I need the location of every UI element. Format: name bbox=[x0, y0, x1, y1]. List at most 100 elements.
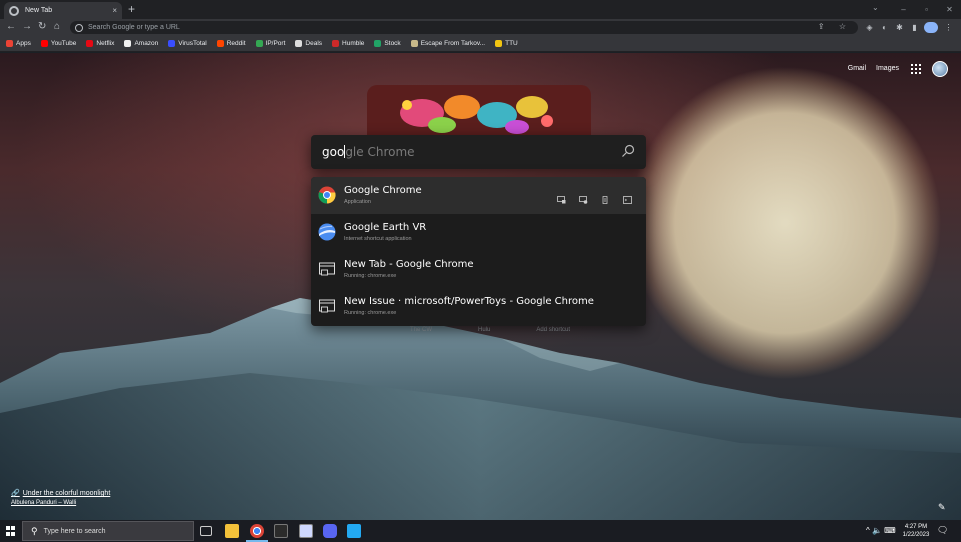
result-new-tab-window[interactable]: New Tab - Google Chrome Running: chrome.… bbox=[311, 251, 646, 288]
tab-close-icon[interactable]: × bbox=[112, 6, 117, 15]
minimize-button[interactable]: – bbox=[892, 0, 915, 19]
bookmark-item[interactable]: Amazon bbox=[124, 40, 158, 47]
address-bar[interactable]: Search Google or type a URL ⇪ ☆ bbox=[70, 21, 858, 34]
result-actions bbox=[557, 191, 632, 204]
search-icon: ⚲ bbox=[31, 525, 38, 536]
window-icon bbox=[319, 299, 335, 313]
run-as-admin-icon[interactable] bbox=[557, 191, 566, 204]
file-explorer-icon[interactable] bbox=[225, 524, 239, 538]
bookmarks-bar: Apps YouTube Netflix Amazon VirusTotal Reddit… bbox=[0, 36, 961, 52]
tab-new-tab[interactable]: New Tab × bbox=[4, 2, 122, 19]
taskbar-search-box[interactable]: ⚲ Type here to search bbox=[22, 521, 194, 541]
bookmark-label: Netflix bbox=[96, 40, 115, 47]
discord-icon[interactable] bbox=[323, 524, 337, 538]
shortcut-hulu[interactable]: Hulu bbox=[478, 327, 490, 333]
address-placeholder: Search Google or type a URL bbox=[88, 24, 180, 31]
result-google-earth-vr[interactable]: Google Earth VR Internet shortcut applic… bbox=[311, 214, 646, 251]
bookmark-item[interactable]: Deals bbox=[295, 40, 322, 47]
account-avatar[interactable] bbox=[932, 61, 948, 77]
add-shortcut-button[interactable]: Add shortcut bbox=[536, 327, 570, 333]
wallpaper-credit: 🔗 Under the colorful moonlight Albulena P… bbox=[11, 489, 110, 506]
home-icon[interactable]: ⌂ bbox=[54, 21, 60, 33]
windows-start-icon[interactable] bbox=[6, 526, 16, 536]
notepad-icon[interactable] bbox=[299, 524, 313, 538]
chrome-favicon-icon bbox=[9, 5, 19, 16]
shortcut-labels: The CW Hulu Add shortcut bbox=[410, 327, 570, 333]
menu-kebab-icon[interactable]: ⋮ bbox=[943, 22, 954, 33]
run-query-completion: gle Chrome bbox=[345, 145, 415, 159]
result-powertoys-issue-window[interactable]: New Issue · microsoft/PowerToys - Google… bbox=[311, 288, 646, 325]
bookmark-label: Apps bbox=[16, 40, 31, 47]
run-query-input[interactable]: google Chrome bbox=[322, 145, 415, 159]
tab-search-button[interactable]: ⌄ bbox=[872, 3, 879, 12]
powertoys-run-searchbox[interactable]: google Chrome bbox=[311, 135, 646, 169]
bookmark-favicon-icon bbox=[295, 40, 303, 47]
images-link[interactable]: Images bbox=[876, 65, 899, 72]
restore-button[interactable]: ▫ bbox=[915, 0, 938, 19]
bookmark-label: VirusTotal bbox=[178, 40, 207, 47]
notification-icon[interactable]: 🗨 bbox=[937, 525, 948, 536]
bookmark-favicon-icon bbox=[332, 40, 340, 47]
forward-icon[interactable]: → bbox=[22, 21, 32, 33]
bookmark-item[interactable]: YouTube bbox=[40, 40, 77, 47]
bookmark-item[interactable]: VirusTotal bbox=[168, 40, 207, 47]
bookmark-item[interactable]: Stock bbox=[374, 40, 401, 47]
chrome-taskbar-icon[interactable] bbox=[250, 524, 264, 538]
bookmark-item[interactable]: Apps bbox=[6, 40, 31, 47]
bookmark-favicon-icon bbox=[495, 40, 503, 47]
system-tray-icons[interactable]: ^ 🔈 ⌨ bbox=[866, 526, 896, 535]
gamepad-extension-icon[interactable]: ◐ bbox=[879, 22, 890, 33]
bookmark-label: YouTube bbox=[50, 40, 77, 47]
gmail-link[interactable]: Gmail bbox=[848, 65, 866, 72]
bookmark-item[interactable]: TTU bbox=[495, 40, 518, 47]
bookmark-item[interactable]: Reddit bbox=[216, 40, 246, 47]
bookmark-favicon-icon bbox=[86, 40, 94, 47]
browser-toolbar: ← → ↻ ⌂ Search Google or type a URL ⇪ ☆ … bbox=[0, 19, 961, 36]
bookmark-label: IP/Port bbox=[265, 40, 286, 47]
puzzle-extensions-icon[interactable]: ✱ bbox=[894, 22, 905, 33]
credit-author-link[interactable]: Albulena Panduri – Walli bbox=[11, 500, 110, 506]
bookmark-favicon-icon bbox=[6, 40, 13, 47]
result-google-chrome[interactable]: Google Chrome Application bbox=[311, 177, 646, 214]
task-view-icon[interactable] bbox=[200, 526, 212, 536]
shield-extension-icon[interactable]: ◈ bbox=[864, 22, 875, 33]
bookmark-label: Deals bbox=[305, 40, 323, 47]
bookmark-favicon-icon bbox=[374, 40, 382, 47]
search-icon bbox=[622, 144, 635, 157]
bookmark-item[interactable]: IP/Port bbox=[255, 40, 286, 47]
taskbar-clock[interactable]: 4:27 PM 1/22/2023 bbox=[900, 523, 932, 539]
run-as-user-icon[interactable] bbox=[579, 191, 588, 204]
link-icon: 🔗 bbox=[11, 490, 20, 497]
run-results-list: Google Chrome Application Google Earth V… bbox=[311, 177, 646, 326]
bookmark-favicon-icon bbox=[124, 40, 132, 47]
sidepanel-icon[interactable]: ▮ bbox=[909, 22, 920, 33]
bookmark-favicon-icon bbox=[255, 40, 263, 47]
open-in-console-icon[interactable] bbox=[623, 191, 632, 204]
share-bookmark-icons[interactable]: ⇪ ☆ bbox=[818, 22, 852, 31]
credit-title: Under the colorful moonlight bbox=[22, 490, 111, 497]
credit-title-link[interactable]: 🔗 Under the colorful moonlight bbox=[11, 489, 110, 497]
google-earth-icon bbox=[318, 223, 336, 241]
back-icon[interactable]: ← bbox=[6, 21, 16, 33]
result-title: New Tab - Google Chrome bbox=[344, 259, 474, 270]
customize-pencil-icon[interactable]: ✎ bbox=[938, 502, 946, 513]
google-apps-icon[interactable] bbox=[911, 64, 921, 74]
bookmark-item[interactable]: Netflix bbox=[86, 40, 114, 47]
result-subtitle: Application bbox=[344, 199, 371, 205]
reload-icon[interactable]: ↻ bbox=[38, 21, 46, 33]
clock-date: 1/22/2023 bbox=[902, 532, 930, 538]
google-icon bbox=[75, 23, 83, 32]
shortcut-the-cw[interactable]: The CW bbox=[410, 327, 432, 333]
profile-icon[interactable] bbox=[924, 22, 938, 33]
bookmark-item[interactable]: Humble bbox=[332, 40, 364, 47]
tab-title: New Tab bbox=[25, 7, 53, 14]
terminal-icon[interactable] bbox=[274, 524, 288, 538]
bookmark-favicon-icon bbox=[168, 40, 176, 47]
close-window-button[interactable]: ✕ bbox=[938, 0, 961, 19]
new-tab-button[interactable]: + bbox=[128, 3, 135, 15]
browser-titlebar: New Tab × + ⌄ – ▫ ✕ bbox=[0, 0, 961, 19]
vscode-icon[interactable] bbox=[347, 524, 361, 538]
result-subtitle: Running: chrome.exe bbox=[344, 310, 397, 316]
open-containing-folder-icon[interactable] bbox=[601, 191, 610, 204]
bookmark-item[interactable]: Escape From Tarkov... bbox=[410, 40, 485, 47]
